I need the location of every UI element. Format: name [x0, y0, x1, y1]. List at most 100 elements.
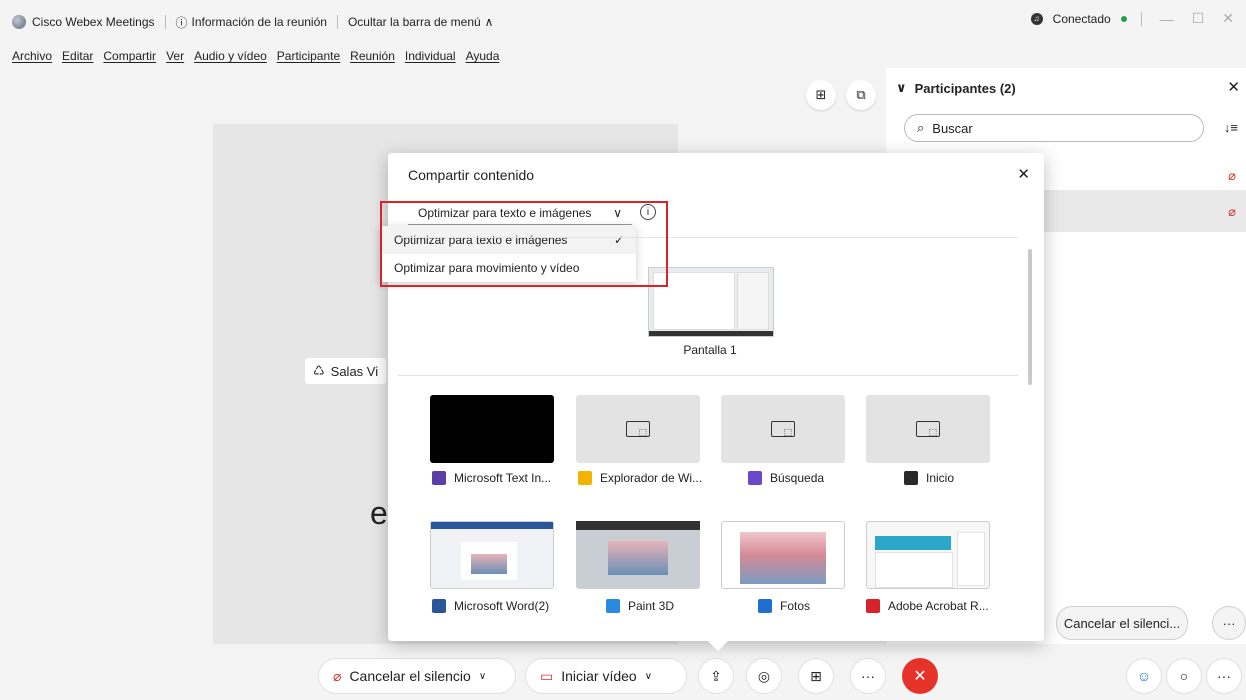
record-button[interactable]: ◎ — [746, 658, 782, 694]
breakout-rooms-icon: ♺ — [313, 363, 325, 378]
app-tile-start[interactable] — [866, 395, 990, 463]
apps-button[interactable]: ⊞ — [798, 658, 834, 694]
app-tile-photos[interactable] — [721, 521, 845, 589]
menu-archivo[interactable]: Archivo — [12, 49, 52, 63]
chevron-down-icon: ∨ — [644, 670, 653, 682]
share-icon: ⇪ — [710, 667, 722, 684]
webex-logo-icon — [12, 15, 26, 29]
participants-icon: ☺ — [1136, 668, 1152, 684]
hide-menu-bar-button[interactable]: Ocultar la barra de menú ∧ — [348, 15, 494, 29]
close-icon: ✕ — [913, 668, 927, 685]
chevron-down-icon: ∨ — [896, 80, 907, 95]
muted-mic-icon: ⌀ — [1228, 204, 1236, 219]
app-label: Adobe Acrobat R... — [866, 599, 989, 613]
breakout-rooms-label[interactable]: ♺ Salas Vi — [305, 358, 387, 384]
minimize-button[interactable]: — — [1156, 11, 1178, 27]
menu-reunion[interactable]: Reunión — [350, 49, 395, 63]
menu-bar: Archivo Editar Compartir Ver Audio y víd… — [0, 44, 499, 68]
start-video-button[interactable]: ▭ Iniciar vídeo ∨ — [525, 658, 687, 694]
unmute-button[interactable]: ⌀ Cancelar el silencio ∨ — [318, 658, 516, 694]
start-app-icon — [904, 471, 918, 485]
panel-more-button[interactable]: ··· — [1212, 606, 1246, 640]
more-icon: ··· — [861, 668, 875, 684]
toolbar-more-button[interactable]: ··· — [1206, 658, 1242, 694]
menu-audio-video[interactable]: Audio y vídeo — [194, 49, 267, 63]
menu-editar[interactable]: Editar — [62, 49, 93, 63]
title-bar: Cisco Webex Meetings ⓘ Información de la… — [0, 0, 1246, 44]
participants-header[interactable]: ∨ Participantes (2) — [896, 80, 1016, 96]
paint3d-icon — [606, 599, 620, 613]
more-options-button[interactable]: ··· — [850, 658, 886, 694]
chat-icon: ○ — [1179, 668, 1189, 684]
chevron-down-icon: ∨ — [478, 670, 487, 682]
close-window-button[interactable]: ✕ — [1218, 10, 1238, 27]
menu-compartir[interactable]: Compartir — [103, 49, 156, 63]
app-tile-search[interactable] — [721, 395, 845, 463]
connection-status: ♫ Conectado — ☐ ✕ — [1030, 10, 1238, 27]
participants-button[interactable]: ☺ — [1126, 658, 1162, 694]
option-text-images[interactable]: Optimizar para texto e imágenes ✓ — [380, 226, 636, 254]
window-icon — [626, 421, 650, 438]
scrollbar[interactable] — [1028, 249, 1032, 385]
app-label: Microsoft Text In... — [432, 471, 551, 485]
optimize-select[interactable]: Optimizar para texto e imágenes ∨ — [408, 201, 632, 225]
muted-mic-icon: ⌀ — [1228, 168, 1236, 183]
app-label: Explorador de Wi... — [578, 471, 702, 485]
folder-icon — [578, 471, 592, 485]
headset-icon: ♫ — [1030, 12, 1043, 25]
acrobat-icon — [866, 599, 880, 613]
option-motion-video[interactable]: Optimizar para movimiento y vídeo — [380, 254, 636, 282]
dialog-title: Compartir contenido — [408, 167, 535, 183]
share-content-dialog: Compartir contenido ✕ Optimizar para tex… — [380, 153, 1044, 651]
app-tile-word[interactable] — [430, 521, 554, 589]
app-label: Microsoft Word(2) — [432, 599, 549, 613]
app-label: Búsqueda — [748, 471, 824, 485]
more-icon: ··· — [1217, 668, 1231, 684]
check-icon: ✓ — [613, 233, 624, 247]
info-icon: ⓘ — [175, 15, 188, 30]
grid-layout-icon[interactable]: ⊞ — [806, 80, 836, 110]
stage-view-controls: ⊞ ⧉ — [806, 80, 876, 110]
leave-meeting-button[interactable]: ✕ — [902, 658, 938, 694]
app-tile-explorer[interactable] — [576, 395, 700, 463]
participant-search-input[interactable]: ⌕ Buscar — [904, 114, 1204, 142]
chat-button[interactable]: ○ — [1166, 658, 1202, 694]
close-dialog-icon[interactable]: ✕ — [1017, 165, 1030, 183]
sort-icon[interactable]: ↓≡ — [1224, 120, 1238, 135]
participant-name-large: e — [370, 495, 388, 531]
apps-icon: ⊞ — [810, 667, 822, 684]
menu-participante[interactable]: Participante — [277, 49, 340, 63]
search-icon: ⌕ — [917, 120, 925, 135]
text-input-app-icon — [432, 471, 446, 485]
menu-ver[interactable]: Ver — [166, 49, 184, 63]
menu-individual[interactable]: Individual — [405, 49, 456, 63]
app-tile-acrobat[interactable] — [866, 521, 990, 589]
chevron-up-icon: ∧ — [484, 15, 494, 29]
word-icon — [432, 599, 446, 613]
info-icon[interactable]: i — [640, 204, 656, 220]
screen-1-thumbnail[interactable] — [648, 267, 774, 337]
menu-ayuda[interactable]: Ayuda — [466, 49, 500, 63]
window-icon — [771, 421, 795, 438]
app-tile-text-input[interactable] — [430, 395, 554, 463]
search-app-icon — [748, 471, 762, 485]
optimize-dropdown: Optimizar para texto e imágenes ✓ Optimi… — [380, 226, 636, 282]
app-label: Paint 3D — [606, 599, 674, 613]
close-panel-icon[interactable]: ✕ — [1227, 78, 1240, 96]
app-label: Fotos — [758, 599, 810, 613]
meeting-info-link[interactable]: ⓘ Información de la reunión — [176, 14, 327, 31]
more-icon: ··· — [1222, 615, 1236, 631]
chevron-down-icon: ∨ — [613, 205, 622, 220]
record-icon: ◎ — [757, 667, 771, 684]
window-icon — [916, 421, 940, 438]
status-dot-icon — [1120, 15, 1127, 22]
unmute-all-button[interactable]: Cancelar el silenci... — [1056, 606, 1188, 640]
screen-1-label: Pantalla 1 — [683, 343, 737, 357]
app-tile-paint3d[interactable] — [576, 521, 700, 589]
meeting-toolbar: ⌀ Cancelar el silencio ∨ ▭ Iniciar vídeo… — [0, 644, 1246, 700]
share-content-button[interactable]: ⇪ — [698, 658, 734, 694]
popout-icon[interactable]: ⧉ — [846, 80, 876, 110]
app-title: Cisco Webex Meetings — [32, 15, 155, 29]
maximize-button[interactable]: ☐ — [1188, 10, 1209, 27]
video-off-icon: ▭ — [540, 667, 554, 684]
